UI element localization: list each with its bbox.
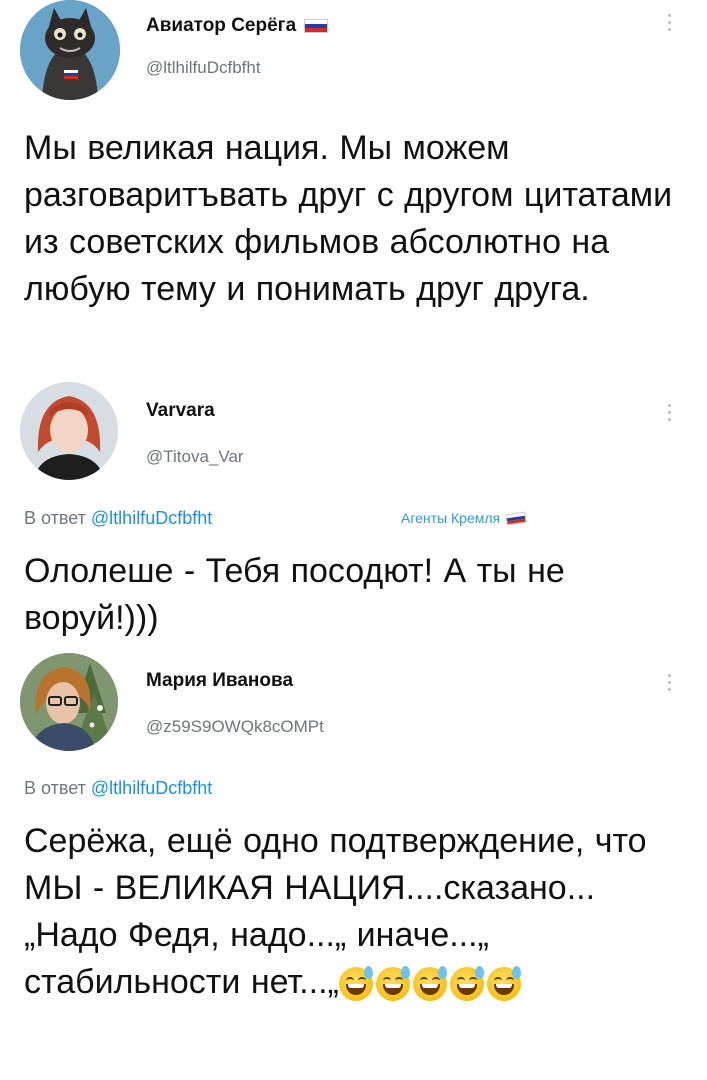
woman-glasses-avatar-icon: [20, 653, 118, 751]
tweet-text-content: Серёжа, ещё одно подтверждение, что МЫ -…: [24, 822, 647, 1001]
avatar[interactable]: [20, 382, 118, 480]
sweat-smile-icon: [449, 966, 484, 1001]
woman-avatar-icon: [20, 382, 118, 480]
author-handle[interactable]: @z59S9OWQk8cOMPt: [146, 717, 324, 737]
more-options-icon[interactable]: [666, 674, 672, 691]
reply-context: В ответ @ltlhilfuDcfbfht: [24, 508, 212, 529]
author-name[interactable]: Мария Иванова: [146, 670, 293, 692]
more-options-icon[interactable]: [666, 14, 672, 31]
tweet-3: Мария Иванова @z59S9OWQk8cOMPt В ответ @…: [0, 650, 707, 1080]
tweet-2: Varvara @Titova_Var В ответ @ltlhilfuDcf…: [0, 380, 707, 650]
tweet-1: Авиатор Серёга @ltlhilfuDcfbfht Мы велик…: [0, 0, 707, 380]
sweat-smile-icon: [412, 966, 447, 1001]
tweet-text: Серёжа, ещё одно подтверждение, что МЫ -…: [24, 818, 687, 1006]
sweat-smile-icon: [338, 966, 373, 1001]
author-name[interactable]: Авиатор Серёга: [146, 15, 329, 37]
cat-avatar-icon: [20, 0, 120, 100]
avatar[interactable]: [20, 0, 120, 100]
tweet-text: Мы великая нация. Мы можем разговаритъва…: [24, 129, 673, 308]
avatar[interactable]: [20, 653, 118, 751]
label-tag: Агенты Кремля: [401, 510, 527, 526]
more-options-icon[interactable]: [666, 404, 672, 421]
russia-flag-icon: [505, 511, 527, 525]
sweat-smile-icon: [375, 966, 410, 1001]
emoji-row: [338, 966, 521, 1001]
tag-label: Агенты Кремля: [401, 510, 501, 526]
display-name: Авиатор Серёга: [146, 15, 297, 36]
reply-handle-link[interactable]: @ltlhilfuDcfbfht: [91, 508, 212, 528]
display-name: Varvara: [146, 400, 215, 421]
reply-context: В ответ @ltlhilfuDcfbfht: [24, 778, 212, 799]
sweat-smile-icon: [486, 966, 521, 1001]
author-handle[interactable]: @ltlhilfuDcfbfht: [146, 58, 261, 78]
display-name: Мария Иванова: [146, 670, 294, 691]
reply-handle-link[interactable]: @ltlhilfuDcfbfht: [91, 778, 212, 798]
reply-prefix: В ответ: [24, 778, 86, 798]
tweet-text: Ололеше - Тебя посодют! А ты не воруй!))…: [24, 552, 565, 637]
reply-prefix: В ответ: [24, 508, 86, 528]
author-handle[interactable]: @Titova_Var: [146, 447, 244, 467]
author-name[interactable]: Varvara: [146, 400, 215, 422]
russia-flag-icon: [304, 19, 329, 33]
